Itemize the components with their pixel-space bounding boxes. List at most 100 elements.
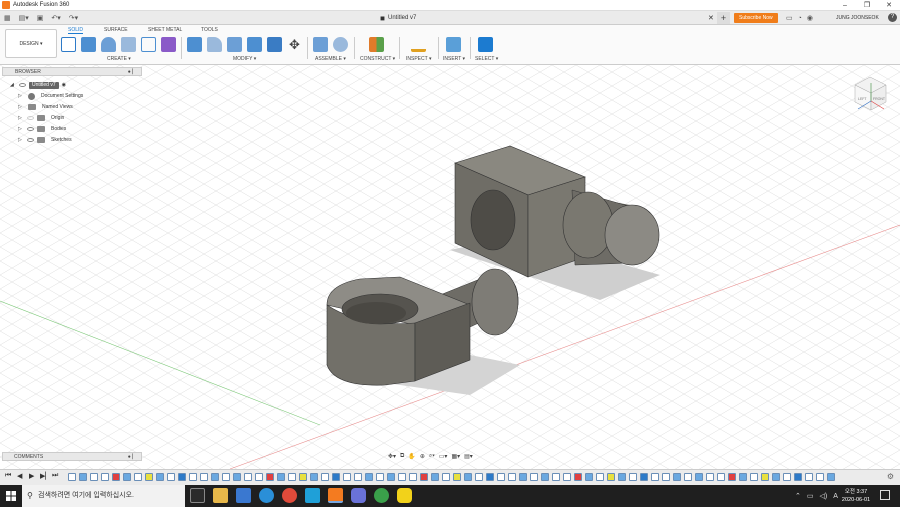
grid-settings-icon[interactable]: ▦▾	[451, 453, 460, 460]
timeline-feature-step[interactable]	[563, 473, 571, 481]
timeline-feature-step[interactable]	[277, 473, 285, 481]
collapse-triangle-icon[interactable]: ◢	[10, 82, 16, 88]
timeline-feature-step[interactable]	[178, 473, 186, 481]
close-tab-icon[interactable]: ✕	[708, 14, 714, 22]
tab-surface[interactable]: SURFACE	[104, 27, 128, 33]
construct-menu[interactable]: CONSTRUCT ▾	[360, 56, 395, 62]
timeline-feature-step[interactable]	[101, 473, 109, 481]
tray-expand-icon[interactable]: ⌃	[795, 492, 801, 500]
timeline-feature-step[interactable]	[365, 473, 373, 481]
expand-triangle-icon[interactable]: ▷	[18, 104, 24, 110]
joint-icon[interactable]	[333, 37, 348, 52]
timeline-feature-step[interactable]	[805, 473, 813, 481]
revolve-icon[interactable]	[101, 37, 116, 52]
timeline-feature-step[interactable]	[596, 473, 604, 481]
viewports-icon[interactable]: ▤▾	[464, 453, 473, 460]
visibility-eye-icon[interactable]	[27, 138, 34, 142]
timeline-feature-step[interactable]	[486, 473, 494, 481]
timeline-feature-step[interactable]	[552, 473, 560, 481]
timeline-feature-step[interactable]	[497, 473, 505, 481]
insert-image-icon[interactable]	[446, 37, 461, 52]
expand-triangle-icon[interactable]: ▷	[18, 137, 24, 143]
timeline-feature-step[interactable]	[211, 473, 219, 481]
modify-menu[interactable]: MODIFY ▾	[233, 56, 256, 62]
pin-icon[interactable]: ● ▏	[128, 68, 136, 76]
press-pull-icon[interactable]	[187, 37, 202, 52]
subscribe-button[interactable]: Subscribe Now	[734, 13, 778, 23]
timeline-feature-step[interactable]	[376, 473, 384, 481]
file-menu-icon[interactable]: ▤▾	[19, 14, 29, 22]
timeline-feature-step[interactable]	[200, 473, 208, 481]
visibility-eye-icon[interactable]	[27, 116, 34, 120]
move-icon[interactable]: ✥	[287, 37, 302, 52]
timeline-feature-step[interactable]	[739, 473, 747, 481]
timeline-feature-step[interactable]	[585, 473, 593, 481]
timeline-feature-step[interactable]	[79, 473, 87, 481]
orbit-icon[interactable]: ✥▾	[388, 453, 396, 460]
document-tab[interactable]: ◼ Untitled v7 ✕	[380, 11, 714, 25]
timeline-feature-step[interactable]	[684, 473, 692, 481]
windows-start-icon[interactable]	[6, 491, 16, 501]
store-icon[interactable]	[236, 488, 251, 503]
taskbar-search-input[interactable]: ⚲ 검색하려면 여기에 입력하십시오.	[22, 485, 185, 507]
timeline-feature-step[interactable]	[706, 473, 714, 481]
green-app-icon[interactable]	[374, 488, 389, 503]
select-icon[interactable]	[478, 37, 493, 52]
expand-triangle-icon[interactable]: ▷	[18, 93, 24, 99]
redo-icon[interactable]: ↷▾	[69, 14, 78, 22]
minimize-icon[interactable]: –	[834, 0, 856, 11]
browser-item-sketches[interactable]: ▷ Sketches	[18, 135, 72, 145]
offset-plane-icon[interactable]	[369, 37, 384, 52]
timeline-feature-step[interactable]	[794, 473, 802, 481]
select-menu[interactable]: SELECT ▾	[475, 56, 498, 62]
timeline-settings-icon[interactable]: ⚙	[887, 472, 894, 481]
timeline-feature-step[interactable]	[574, 473, 582, 481]
edge-icon[interactable]	[259, 488, 274, 503]
timeline-feature-step[interactable]	[420, 473, 428, 481]
c-app-icon[interactable]	[305, 488, 320, 503]
browser-item-document-settings[interactable]: ▷ Document Settings	[18, 91, 83, 101]
new-tab-button[interactable]: +	[717, 12, 730, 24]
timeline-feature-step[interactable]	[299, 473, 307, 481]
fillet-icon[interactable]	[207, 37, 222, 52]
timeline-feature-step[interactable]	[310, 473, 318, 481]
timeline-feature-step[interactable]	[783, 473, 791, 481]
timeline-feature-step[interactable]	[442, 473, 450, 481]
app-grid-icon[interactable]: ▦	[4, 14, 11, 22]
timeline-feature-step[interactable]	[695, 473, 703, 481]
timeline-feature-step[interactable]	[519, 473, 527, 481]
task-view-icon[interactable]	[190, 488, 205, 503]
timeline-feature-step[interactable]	[453, 473, 461, 481]
go-to-start-icon[interactable]: ⏮	[5, 472, 11, 480]
discord-icon[interactable]	[351, 488, 366, 503]
timeline-feature-step[interactable]	[431, 473, 439, 481]
browser-item-bodies[interactable]: ▷ Bodies	[18, 124, 66, 134]
comments-panel-header[interactable]: COMMENTS ● ▏	[2, 452, 142, 461]
timeline-feature-step[interactable]	[662, 473, 670, 481]
timeline-feature-step[interactable]	[618, 473, 626, 481]
fusion-360-icon[interactable]	[328, 488, 343, 503]
create-sketch-icon[interactable]	[61, 37, 76, 52]
timeline-feature-step[interactable]	[145, 473, 153, 481]
browser-item-named-views[interactable]: ▷ Named Views	[18, 102, 73, 112]
timeline-feature-step[interactable]	[541, 473, 549, 481]
timeline-feature-step[interactable]	[508, 473, 516, 481]
timeline-feature-step[interactable]	[761, 473, 769, 481]
volume-icon[interactable]: ◁)	[820, 492, 828, 500]
close-icon[interactable]: ✕	[878, 0, 900, 11]
timeline-feature-step[interactable]	[112, 473, 120, 481]
shell-icon[interactable]	[267, 37, 282, 52]
action-center-icon[interactable]	[880, 490, 890, 500]
canvas-viewport[interactable]: LEFT FRONT	[0, 65, 900, 469]
timeline-feature-step[interactable]	[68, 473, 76, 481]
timeline-feature-step[interactable]	[409, 473, 417, 481]
timeline-feature-step[interactable]	[222, 473, 230, 481]
job-status-icon[interactable]: ◔	[798, 15, 802, 22]
timeline-feature-step[interactable]	[750, 473, 758, 481]
timeline-feature-step[interactable]	[673, 473, 681, 481]
taskbar-clock[interactable]: 오전 3:37 2020-06-01	[838, 488, 874, 504]
pattern-icon[interactable]	[141, 37, 156, 52]
timeline-feature-step[interactable]	[398, 473, 406, 481]
zoom-icon[interactable]: ⊕	[420, 453, 425, 460]
timeline-feature-step[interactable]	[343, 473, 351, 481]
